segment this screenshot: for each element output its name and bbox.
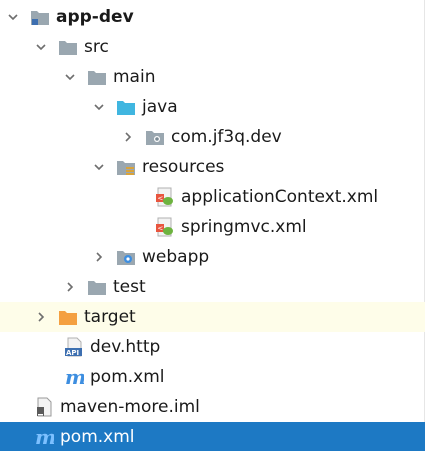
maven-icon: m [34,427,54,447]
web-folder-icon [116,247,136,267]
chevron-down-icon[interactable] [92,160,106,174]
tree-item-src[interactable]: src [0,32,425,62]
chevron-down-icon[interactable] [6,10,20,24]
tree-item-label: resources [142,157,225,177]
tree-bottom-margin [0,451,425,457]
tree-item-label: com.jf3q.dev [171,127,282,147]
tree-item-app-dev[interactable]: app-dev [0,2,425,32]
svg-text:m: m [35,427,54,447]
tree-item-label: dev.http [90,337,161,357]
folder-icon [58,37,78,57]
tree-item-java[interactable]: java [0,92,425,122]
resources-folder-icon [116,157,136,177]
package-icon [145,127,165,147]
maven-icon: m [64,367,84,387]
tree-item-applicationcontext-xml[interactable]: < applicationContext.xml [0,182,425,212]
module-folder-icon [30,7,50,27]
tree-item-resources[interactable]: resources [0,152,425,182]
spring-xml-icon: < [155,187,175,207]
tree-item-main[interactable]: main [0,62,425,92]
tree-item-target[interactable]: target [0,302,425,332]
spring-xml-icon: < [155,217,175,237]
tree-item-label: test [113,277,146,297]
folder-icon [87,67,107,87]
tree-item-label: java [142,97,178,117]
tree-item-maven-more-iml[interactable]: maven-more.iml [0,392,425,422]
tree-item-label: maven-more.iml [60,397,200,417]
tree-item-dev-http[interactable]: API dev.http [0,332,425,362]
svg-text:<: < [157,195,163,203]
tree-item-label: src [84,37,109,57]
tree-item-label: applicationContext.xml [181,187,379,207]
tree-item-springmvc-xml[interactable]: < springmvc.xml [0,212,425,242]
excluded-folder-icon [58,307,78,327]
chevron-down-icon[interactable] [92,100,106,114]
chevron-down-icon[interactable] [34,40,48,54]
tree-item-package[interactable]: com.jf3q.dev [0,122,425,152]
svg-text:API: API [66,349,79,357]
chevron-right-icon[interactable] [34,310,48,324]
tree-item-label: pom.xml [60,427,135,447]
tree-item-pom-xml-root[interactable]: m pom.xml [0,422,425,452]
chevron-right-icon[interactable] [92,250,106,264]
tree-item-label: target [84,307,136,327]
tree-item-pom-xml-app-dev[interactable]: m pom.xml [0,362,425,392]
chevron-down-icon[interactable] [63,70,77,84]
tree-item-webapp[interactable]: webapp [0,242,425,272]
tree-item-label: webapp [142,247,210,267]
tree-item-label: main [113,67,156,87]
folder-icon [87,277,107,297]
tree-item-label: app-dev [56,7,134,27]
chevron-right-icon[interactable] [121,130,135,144]
svg-text:<: < [157,225,163,233]
source-folder-icon [116,97,136,117]
tree-item-label: pom.xml [90,367,165,387]
tree-item-test[interactable]: test [0,272,425,302]
project-tree: app-dev src main java com.jf3q.dev resou… [0,0,425,457]
iml-file-icon [34,397,54,417]
chevron-right-icon[interactable] [63,280,77,294]
http-file-icon: API [64,337,84,357]
tree-item-label: springmvc.xml [181,217,307,237]
svg-text:m: m [65,367,84,387]
